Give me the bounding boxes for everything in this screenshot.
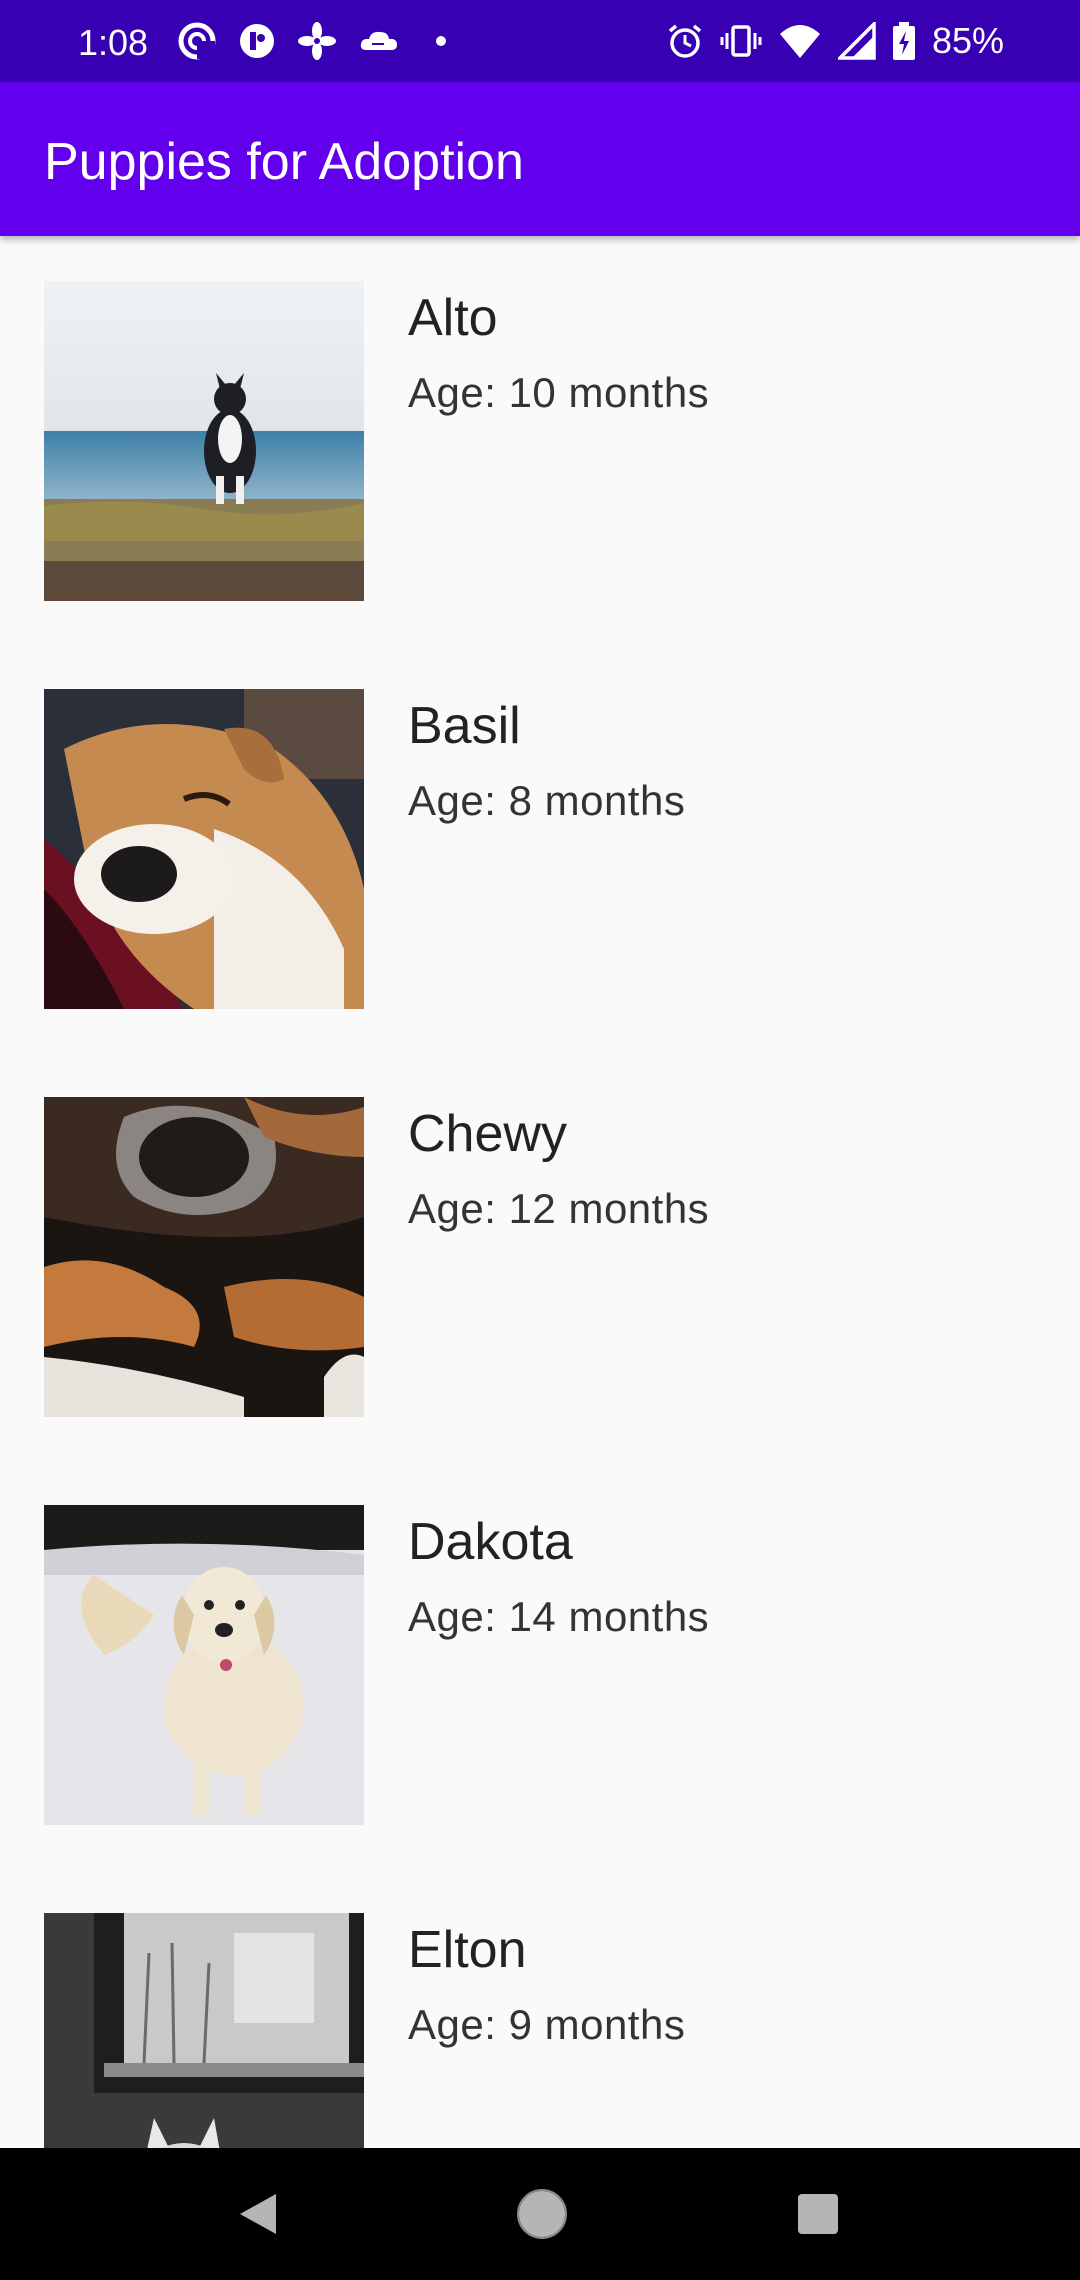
puppy-age: Age: 12 months	[408, 1185, 710, 1232]
puppy-photo	[44, 1097, 364, 1417]
puppy-list[interactable]: Alto Age: 10 months Basil Age: 8 months	[0, 236, 1080, 2148]
app-bar: Puppies for Adoption	[0, 82, 1080, 236]
puppy-name: Basil	[408, 697, 521, 755]
list-item-puppy-chewy[interactable]: Chewy Age: 12 months	[0, 1052, 1080, 1460]
back-icon[interactable]	[236, 2190, 280, 2243]
puppy-name: Chewy	[408, 1105, 567, 1163]
puppy-photo	[44, 1913, 364, 2148]
puppy-photo	[44, 281, 364, 601]
app-circle-icon	[238, 22, 276, 60]
pocket-casts-icon	[178, 22, 216, 60]
puppy-age: Age: 8 months	[408, 777, 686, 824]
system-status: 85%	[666, 0, 1004, 82]
puppy-name: Elton	[408, 1921, 527, 1979]
wifi-icon	[778, 22, 822, 60]
pinwheel-icon	[298, 22, 336, 60]
page-title: Puppies for Adoption	[44, 133, 524, 191]
puppy-age: Age: 9 months	[408, 2001, 686, 2048]
status-time: 1:08	[78, 22, 149, 63]
list-item-puppy-alto[interactable]: Alto Age: 10 months	[0, 236, 1080, 644]
vibrate-icon	[720, 22, 762, 60]
puppy-name: Dakota	[408, 1513, 573, 1571]
notification-icons	[178, 21, 460, 61]
signal-icon	[837, 22, 876, 60]
puppy-age: Age: 14 months	[408, 1593, 710, 1640]
dot-icon	[422, 22, 460, 60]
home-icon[interactable]	[516, 2188, 568, 2245]
alarm-icon	[666, 22, 704, 60]
recents-icon[interactable]	[798, 2194, 838, 2239]
list-item-puppy-elton[interactable]: Elton Age: 9 months	[0, 1868, 1080, 2148]
battery-charging-icon	[892, 21, 916, 61]
puppy-photo	[44, 1505, 364, 1825]
puppy-photo	[44, 689, 364, 1009]
navigation-bar	[0, 2148, 1080, 2280]
list-item-puppy-basil[interactable]: Basil Age: 8 months	[0, 644, 1080, 1052]
puppy-name: Alto	[408, 289, 498, 347]
cloud-icon	[358, 22, 400, 60]
status-bar: 1:08 85%	[0, 0, 1080, 82]
list-item-puppy-dakota[interactable]: Dakota Age: 14 months	[0, 1460, 1080, 1868]
battery-percent: 85%	[931, 20, 1004, 61]
puppy-age: Age: 10 months	[408, 369, 710, 416]
